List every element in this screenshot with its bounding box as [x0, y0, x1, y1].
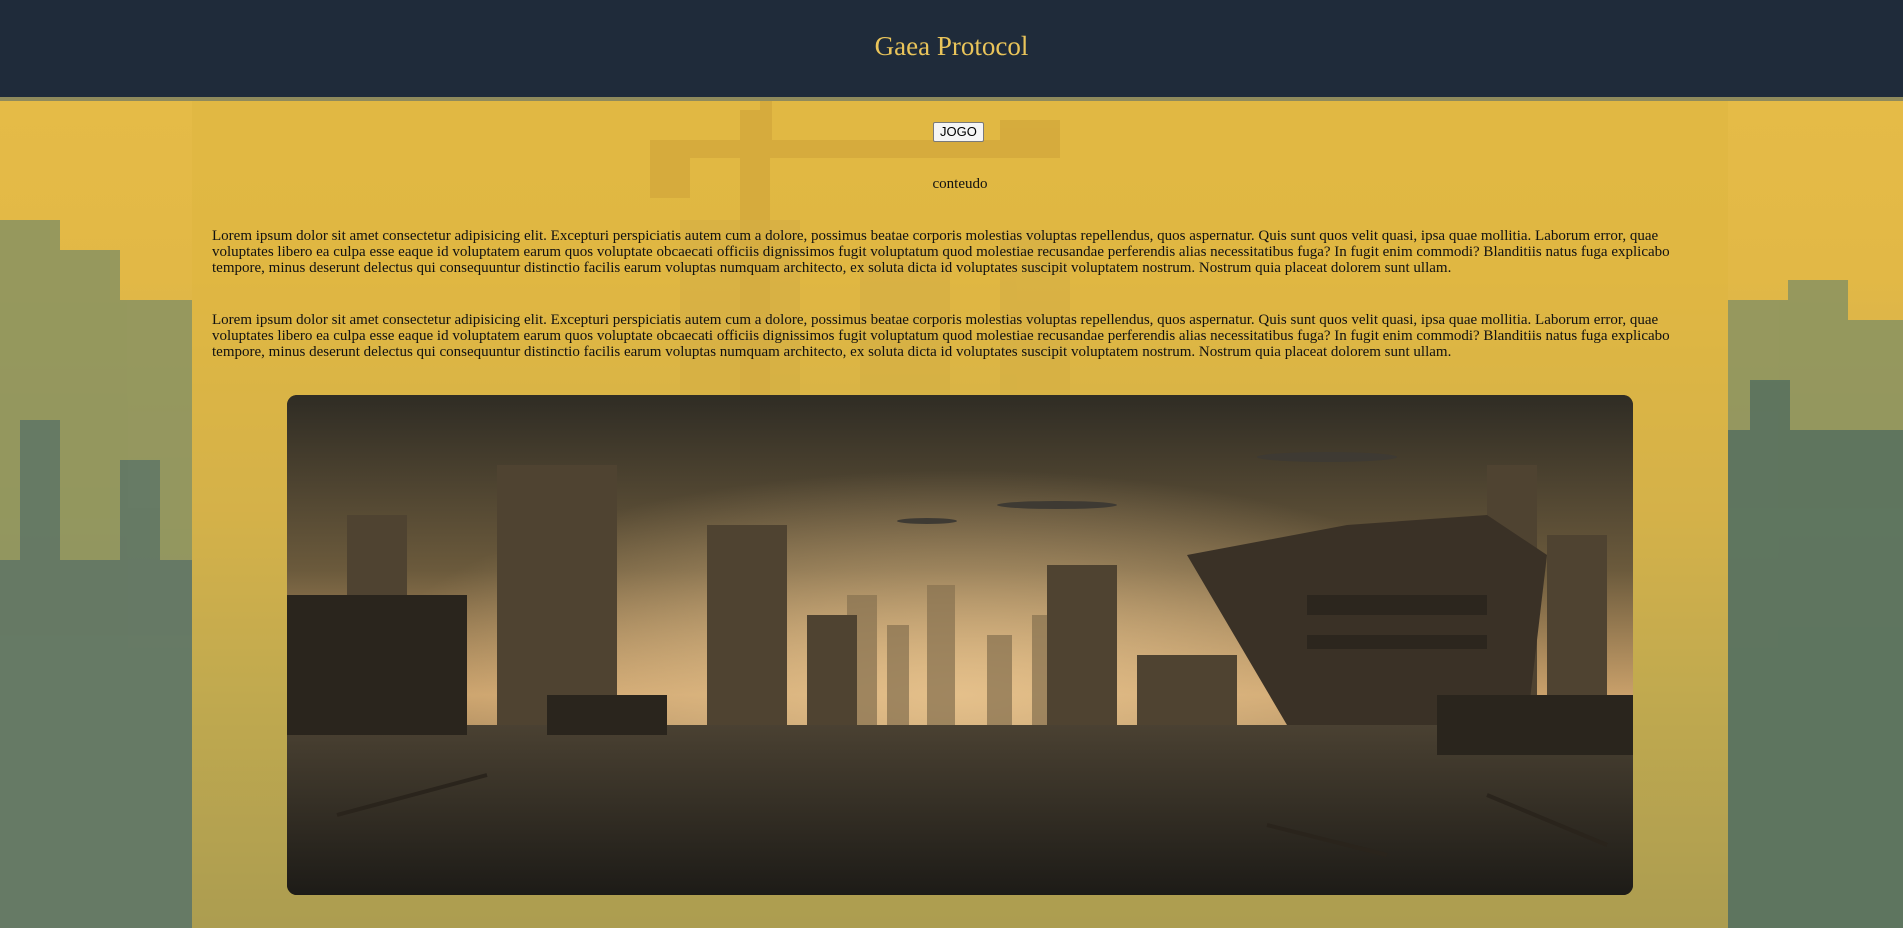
main-content: JOGO conteudo Lorem ipsum dolor sit amet…: [192, 101, 1728, 928]
ruined-city-illustration: [287, 395, 1633, 895]
content-label: conteudo: [932, 176, 988, 192]
site-title: Gaea Protocol: [874, 31, 1029, 61]
paragraph-1: Lorem ipsum dolor sit amet consectetur a…: [212, 228, 1670, 276]
game-button[interactable]: JOGO: [933, 122, 984, 142]
site-header: Gaea Protocol: [0, 0, 1903, 101]
ruined-city-image: [287, 395, 1633, 895]
paragraph-2: Lorem ipsum dolor sit amet consectetur a…: [212, 312, 1670, 360]
